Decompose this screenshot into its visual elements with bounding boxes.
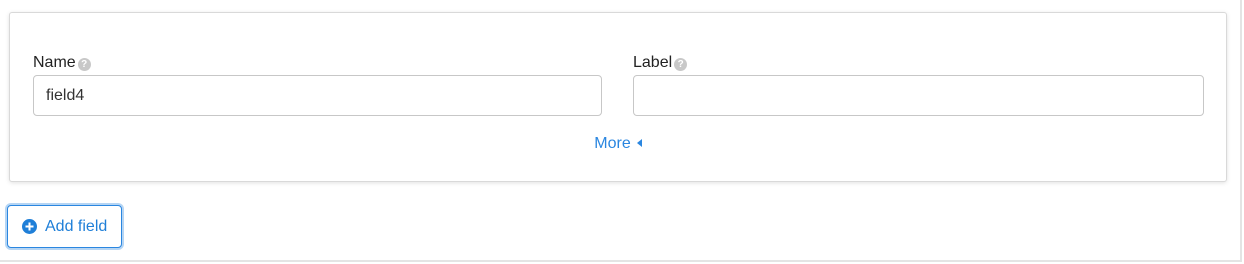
field-card: Name ? Label ? More — [9, 12, 1227, 182]
label-form-group: Label ? — [633, 53, 1204, 116]
label-label-text: Label — [633, 54, 673, 71]
name-input[interactable] — [33, 75, 602, 116]
name-form-group: Name ? — [33, 53, 602, 116]
caret-left-icon — [636, 139, 642, 147]
name-help-icon[interactable]: ? — [77, 57, 91, 71]
more-link-label: More — [594, 135, 631, 152]
label-help-icon[interactable]: ? — [674, 57, 688, 71]
plus-circle-icon — [22, 219, 37, 234]
name-field-label: Name ? — [33, 53, 602, 73]
add-field-label: Add field — [45, 217, 108, 235]
more-toggle-link[interactable]: More — [10, 135, 1226, 153]
add-field-button[interactable]: Add field — [7, 205, 123, 248]
page: Name ? Label ? More Add field — [0, 0, 1244, 264]
label-input[interactable] — [633, 75, 1204, 116]
name-label-text: Name — [33, 54, 76, 71]
label-field-label: Label ? — [633, 53, 1204, 73]
